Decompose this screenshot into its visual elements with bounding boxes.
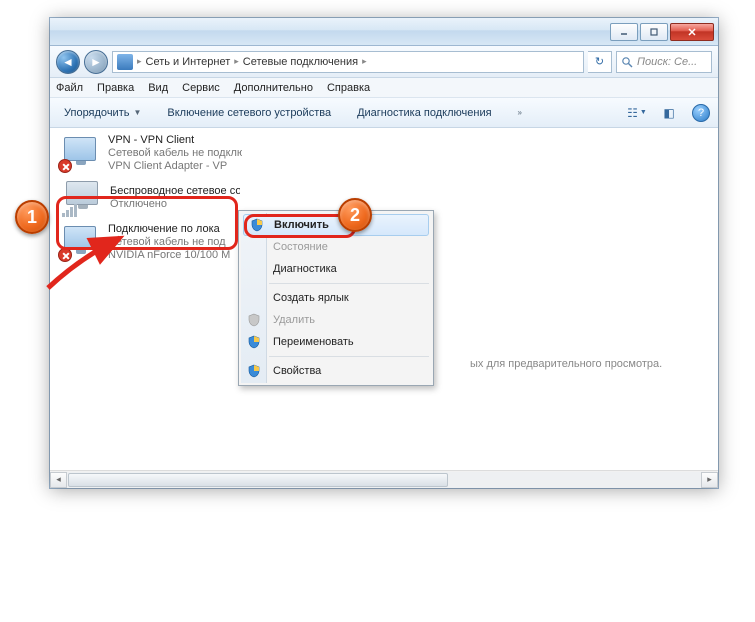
ctx-properties-label: Свойства bbox=[273, 365, 321, 377]
forward-button[interactable]: ► bbox=[84, 50, 108, 74]
ctx-enable[interactable]: Включить bbox=[243, 214, 429, 236]
minimize-button[interactable] bbox=[610, 23, 638, 41]
search-placeholder: Поиск: Се... bbox=[637, 56, 697, 68]
command-bar: Упорядочить ▼ Включение сетевого устройс… bbox=[50, 98, 718, 128]
organize-button[interactable]: Упорядочить ▼ bbox=[58, 104, 147, 122]
horizontal-scrollbar[interactable]: ◂ ▸ bbox=[50, 470, 718, 488]
ctx-enable-label: Включить bbox=[274, 219, 329, 231]
ctx-delete: Удалить bbox=[241, 309, 431, 331]
connection-title: Беспроводное сетевое соединение bbox=[110, 185, 240, 198]
ctx-delete-label: Удалить bbox=[273, 314, 315, 326]
enable-device-button[interactable]: Включение сетевого устройства bbox=[161, 104, 337, 122]
separator bbox=[269, 356, 429, 357]
chevron-right-icon: ▸ bbox=[137, 56, 142, 67]
preview-pane-button[interactable]: ◧ bbox=[660, 105, 678, 121]
ctx-state: Состояние bbox=[241, 236, 431, 258]
diagnose-button[interactable]: Диагностика подключения bbox=[351, 104, 497, 122]
scroll-left-button[interactable]: ◂ bbox=[50, 472, 67, 488]
scroll-right-button[interactable]: ▸ bbox=[701, 472, 718, 488]
connection-device: VPN Client Adapter - VP bbox=[108, 160, 242, 173]
maximize-button[interactable] bbox=[640, 23, 668, 41]
ctx-rename-label: Переименовать bbox=[273, 336, 354, 348]
breadcrumb-level2[interactable]: Сетевые подключения bbox=[243, 56, 358, 68]
connection-status: Сетевой кабель не подключ bbox=[108, 147, 242, 160]
ctx-diagnostics[interactable]: Диагностика bbox=[241, 258, 431, 280]
help-button[interactable]: ? bbox=[692, 104, 710, 122]
address-bar: ◄ ► ▸ Сеть и Интернет ▸ Сетевые подключе… bbox=[50, 46, 718, 78]
back-button[interactable]: ◄ bbox=[56, 50, 80, 74]
view-mode-button[interactable]: ☷▼ bbox=[628, 105, 646, 121]
network-icon bbox=[117, 54, 133, 70]
breadcrumb-level1[interactable]: Сеть и Интернет bbox=[146, 56, 231, 68]
annotation-arrow bbox=[40, 218, 150, 308]
chevron-right-icon: ▸ bbox=[362, 56, 367, 67]
marker-1-label: 1 bbox=[27, 207, 37, 228]
chevron-double-icon: » bbox=[518, 108, 522, 117]
more-button[interactable]: » bbox=[512, 105, 528, 120]
close-button[interactable] bbox=[670, 23, 714, 41]
list-item[interactable]: VPN - VPN Client Сетевой кабель не подкл… bbox=[50, 132, 250, 175]
scroll-thumb[interactable] bbox=[68, 473, 448, 487]
annotation-marker-1: 1 bbox=[15, 200, 49, 234]
breadcrumb[interactable]: ▸ Сеть и Интернет ▸ Сетевые подключения … bbox=[112, 51, 584, 73]
preview-hint: ых для предварительного просмотра. bbox=[470, 358, 662, 370]
menu-view[interactable]: Вид bbox=[148, 82, 168, 94]
chevron-down-icon: ▼ bbox=[133, 108, 141, 117]
menu-help[interactable]: Справка bbox=[327, 82, 370, 94]
scroll-track[interactable] bbox=[67, 472, 701, 488]
menu-file[interactable]: Файл bbox=[56, 82, 83, 94]
ctx-create-shortcut[interactable]: Создать ярлык bbox=[241, 287, 431, 309]
menu-extra[interactable]: Дополнительно bbox=[234, 82, 313, 94]
search-icon bbox=[621, 56, 633, 68]
list-item-selected[interactable]: Беспроводное сетевое соединение Отключен… bbox=[50, 175, 250, 221]
context-menu: Включить Состояние Диагностика Создать я… bbox=[238, 210, 434, 386]
search-input[interactable]: Поиск: Се... bbox=[616, 51, 712, 73]
marker-2-label: 2 bbox=[350, 205, 360, 226]
menu-edit[interactable]: Правка bbox=[97, 82, 134, 94]
separator bbox=[269, 283, 429, 284]
menubar: Файл Правка Вид Сервис Дополнительно Спр… bbox=[50, 78, 718, 98]
chevron-right-icon: ▸ bbox=[234, 56, 239, 67]
ctx-diagnostics-label: Диагностика bbox=[273, 263, 337, 275]
refresh-button[interactable]: ↻ bbox=[588, 51, 612, 73]
organize-label: Упорядочить bbox=[64, 107, 129, 119]
annotation-marker-2: 2 bbox=[338, 198, 372, 232]
shield-icon bbox=[247, 364, 261, 378]
connection-status: Отключено bbox=[110, 198, 240, 211]
shield-icon bbox=[247, 335, 261, 349]
connection-title: VPN - VPN Client bbox=[108, 134, 242, 147]
ctx-shortcut-label: Создать ярлык bbox=[273, 292, 349, 304]
ctx-properties[interactable]: Свойства bbox=[241, 360, 431, 382]
titlebar bbox=[50, 18, 718, 46]
ctx-state-label: Состояние bbox=[273, 241, 328, 253]
shield-icon bbox=[250, 218, 264, 232]
menu-service[interactable]: Сервис bbox=[182, 82, 220, 94]
shield-icon bbox=[247, 313, 261, 327]
network-adapter-icon bbox=[58, 135, 102, 173]
enable-device-label: Включение сетевого устройства bbox=[167, 107, 331, 119]
wireless-adapter-icon bbox=[60, 179, 104, 217]
diagnose-label: Диагностика подключения bbox=[357, 107, 491, 119]
ctx-rename[interactable]: Переименовать bbox=[241, 331, 431, 353]
